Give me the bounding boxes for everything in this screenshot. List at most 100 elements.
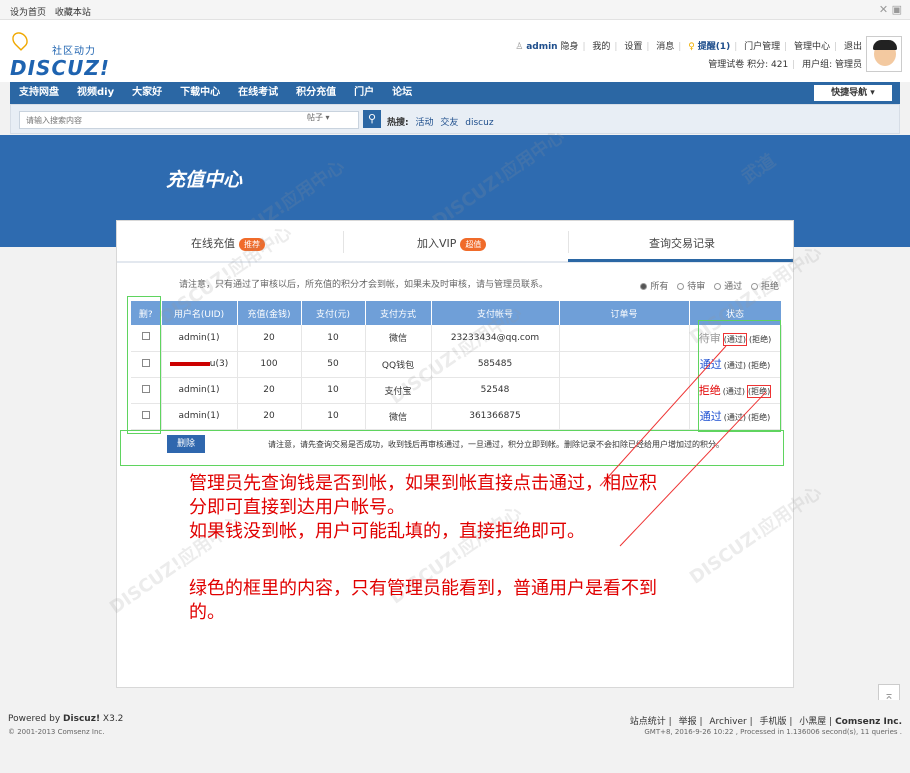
cell-user: admin(1) [161,377,238,404]
bulb-icon: ♀ [688,42,695,52]
user-icon: ♙ [515,42,524,52]
footer-links: 站点统计 | 举报 | Archiver | 手机版 | 小黑屋 | Comse… [629,717,902,727]
status-filter: 所有 待审 通过 拒绝 [634,279,779,292]
col-amount: 充值(金钱) [237,301,302,325]
table-row: admin(1) 20 10 支付宝 52548 拒绝 (通过) (拒绝) [131,377,782,404]
logo-slogan: 社区动力 [52,46,96,57]
filter-all-radio[interactable] [640,283,648,290]
page-title: 充值中心 [166,169,243,191]
logout-link[interactable]: 退出 [844,42,862,52]
tab-join-vip[interactable]: 加入VIP 超值 [417,235,487,251]
active-tab-underline [568,259,793,262]
tab-badge: 推荐 [239,238,265,251]
cell-amount: 20 [237,403,302,430]
cell-pay: 10 [301,403,366,430]
invisible-link[interactable]: 隐身 [560,42,578,52]
col-user: 用户名(UID) [161,301,238,325]
cell-account: 23233434@qq.com [431,325,560,352]
nav-item-exam[interactable]: 在线考试 [229,82,287,104]
hot-label: 热搜: [387,118,409,128]
cell-method: QQ钱包 [365,351,432,378]
main-nav: 支持网盘 视频diy 大家好 下载中心 在线考试 积分充值 门户 论坛 快捷导航… [10,82,900,104]
mobile-link[interactable]: 手机版 [760,717,787,727]
nav-item-recharge[interactable]: 积分充值 [287,82,345,104]
hot-item[interactable]: 交友 [440,118,458,128]
cell-pay: 50 [301,351,366,378]
blackroom-link[interactable]: 小黑屋 [799,717,826,727]
set-homepage-link[interactable]: 设为首页 [10,8,46,18]
admin-center-link[interactable]: 管理中心 [794,42,830,52]
transaction-table: 删? 用户名(UID) 充值(金钱) 支付(元) 支付方式 支付帐号 订单号 状… [131,301,782,430]
cell-amount: 20 [237,377,302,404]
tabs: 在线充值 推荐 加入VIP 超值 查询交易记录 [117,221,793,263]
hot-search: 热搜: 活动 交友 discuz [387,115,498,128]
annotation-text: 的。 [189,602,225,623]
nav-item-download[interactable]: 下载中心 [171,82,229,104]
exam-admin-link[interactable]: 管理试卷 [708,60,744,70]
logo[interactable]: 社区动力 DISCUZ! [9,28,110,80]
col-account: 支付帐号 [431,301,560,325]
archiver-link[interactable]: Archiver [709,717,746,727]
report-link[interactable]: 举报 [679,717,697,727]
username-link[interactable]: admin [526,42,557,52]
hot-item[interactable]: 活动 [415,118,433,128]
remind-link[interactable]: 提醒(1) [698,42,731,52]
cell-user: admin(1) [161,403,238,430]
nav-item-forum[interactable]: 论坛 [383,82,421,104]
my-link[interactable]: 我的 [592,42,610,52]
cell-order [559,351,690,378]
col-method: 支付方式 [365,301,432,325]
nav-item-portal[interactable]: 门户 [345,82,383,104]
cell-user: admin(1) [161,325,238,352]
filter-pending-radio[interactable] [677,283,685,290]
cell-account: 585485 [431,351,560,378]
cell-order [559,403,690,430]
footer: Powered by Discuz! X3.2 © 2001-2013 Coms… [0,700,910,773]
cell-pay: 10 [301,377,366,404]
table-row: u(3) 100 50 QQ钱包 585485 通过 (通过) (拒绝) [131,351,782,378]
redacted-mark [169,361,210,366]
copyright: © 2001-2013 Comsenz Inc. [8,728,105,736]
bookmark-link[interactable]: 收藏本站 [55,8,91,18]
table-row: admin(1) 20 10 微信 23233434@qq.com 待审 (通过)… [131,325,782,352]
quick-nav-button[interactable]: 快捷导航 ▾ [814,85,892,101]
admin-only-box-status-column [698,320,781,432]
admin-only-box-checkbox-column [127,296,161,434]
user-box: ♙ admin 隐身 | 我的 | 设置 | 消息 | ♀ 提醒(1) | 门户管理 | 管… [515,42,862,70]
nav-item-cloud-disk[interactable]: 支持网盘 [10,82,68,104]
tab-transaction-records[interactable]: 查询交易记录 [649,235,715,251]
top-bar: 设为首页 收藏本站 ✕ ▣ [0,0,910,20]
tab-online-recharge[interactable]: 在线充值 推荐 [191,235,265,251]
hot-item[interactable]: discuz [465,118,493,128]
search-bar: 帖子 ▾ ⚲ 热搜: 活动 交友 discuz [10,104,900,134]
portal-admin-link[interactable]: 门户管理 [744,42,780,52]
stats-link[interactable]: 站点统计 [630,717,666,727]
credits-link[interactable]: 积分: 421 [747,60,788,70]
filter-rejected-radio[interactable] [750,283,758,290]
search-icon[interactable]: ⚲ [363,110,381,128]
logo-pin-icon [9,29,31,51]
nav-item-video-diy[interactable]: 视频diy [68,82,123,104]
powered-by: Powered by Discuz! X3.2 [8,714,124,724]
messages-link[interactable]: 消息 [656,42,674,52]
annotation-text: 绿色的框里的内容，只有管理员能看到，普通用户是看不到 [189,578,657,599]
nav-item-hello[interactable]: 大家好 [123,82,171,104]
search-type-select[interactable]: 帖子 ▾ [307,112,330,123]
cell-order [559,325,690,352]
filter-approved-radio[interactable] [714,283,722,290]
cell-user: u(3) [161,351,238,378]
avatar[interactable] [866,36,902,72]
usergroup-link[interactable]: 用户组: 管理员 [802,60,862,70]
admin-only-box-footer [120,430,784,466]
discuz-link[interactable]: Discuz! [63,714,100,724]
col-pay: 支付(元) [301,301,366,325]
footer-gmt: GMT+8, 2016-9-26 10:22 , Processed in 1.… [644,728,902,736]
cell-order [559,377,690,404]
logo-text: DISCUZ! [10,56,110,80]
annotation-text: 如果钱没到帐，用户可能乱填的，直接拒绝即可。 [189,521,585,542]
company-link[interactable]: Comsenz Inc. [835,717,902,727]
cell-amount: 100 [237,351,302,378]
notice-text: 请注意，只有通过了审核以后，所充值的积分才会到帐，如果未及时审核，请与管理员联系… [179,280,549,290]
settings-link[interactable]: 设置 [624,42,642,52]
topbar-icons[interactable]: ✕ ▣ [879,3,902,16]
